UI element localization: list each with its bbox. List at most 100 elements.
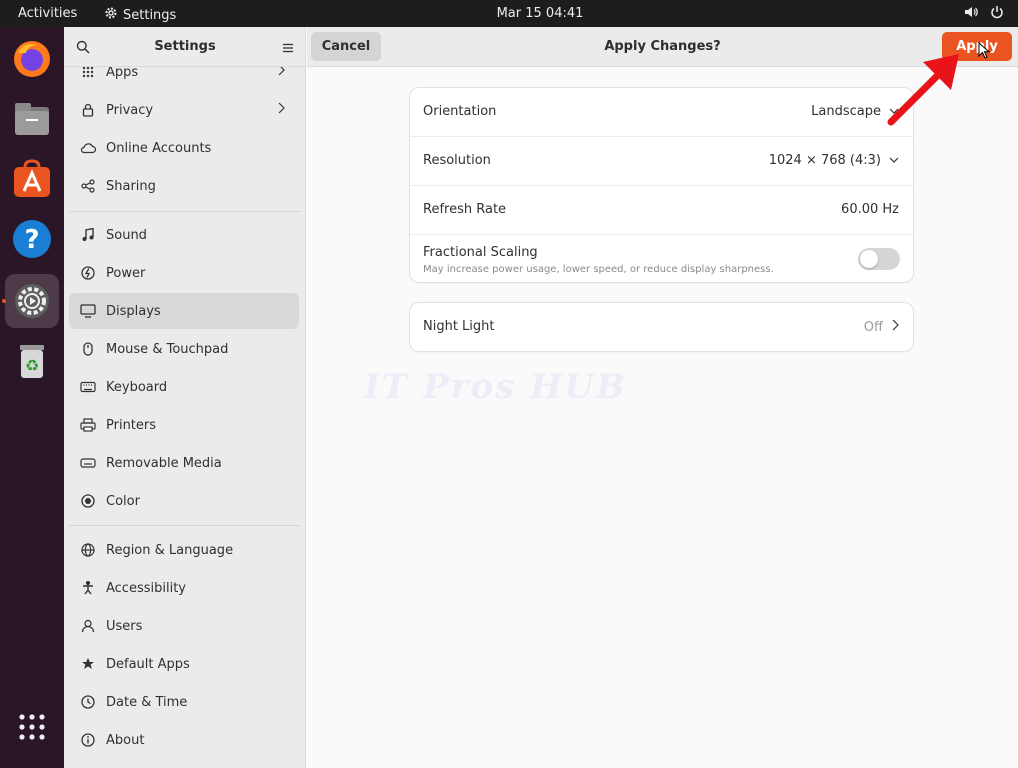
sidebar-item-label: Default Apps (106, 656, 190, 672)
mouse-cursor-icon (978, 42, 990, 59)
sidebar-item-sound[interactable]: Sound (69, 217, 299, 253)
sidebar-item-online-accounts[interactable]: Online Accounts (69, 130, 299, 166)
sidebar-item-label: Accessibility (106, 580, 186, 596)
sidebar-item-label: Online Accounts (106, 140, 212, 156)
sidebar-item-keyboard[interactable]: Keyboard (69, 369, 299, 405)
sidebar-item-displays[interactable]: Displays (69, 293, 299, 329)
svg-text:♻: ♻ (25, 356, 39, 375)
hamburger-menu-icon[interactable] (282, 39, 294, 58)
sidebar-header: Settings (64, 27, 305, 67)
sidebar-item-label: About (106, 732, 145, 748)
sidebar-item-label: Sound (106, 227, 147, 243)
orientation-value: Landscape (811, 104, 881, 119)
sidebar-item-label: Users (106, 618, 143, 634)
resolution-row[interactable]: Resolution 1024 × 768 (4:3) (410, 136, 913, 184)
refresh-rate-row[interactable]: Refresh Rate 60.00 Hz (410, 185, 913, 233)
fractional-scaling-label: Fractional Scaling (423, 245, 538, 260)
sidebar-item-label: Color (106, 493, 140, 509)
trash-icon[interactable]: ♻ (9, 338, 55, 384)
sidebar-item-label: Displays (106, 303, 161, 319)
sidebar-item-label: Privacy (106, 102, 154, 118)
sidebar-item-label: Sharing (106, 178, 156, 194)
monitor-icon (79, 302, 97, 320)
dock: ? ♻ (0, 27, 64, 768)
sidebar-item-users[interactable]: Users (69, 608, 299, 644)
settings-window: Settings Apps Privacy Online Accounts Sh… (64, 27, 1018, 768)
display-settings-card: Orientation Landscape Resolution 1024 × … (410, 88, 913, 282)
sidebar-item-printers[interactable]: Printers (69, 407, 299, 443)
sidebar-item-label: Printers (106, 417, 157, 433)
resolution-label: Resolution (423, 153, 491, 168)
watermark: IT Pros HUB (364, 367, 627, 407)
sidebar-item-privacy[interactable]: Privacy (69, 92, 299, 128)
firefox-icon[interactable] (9, 36, 55, 82)
sidebar-item-sharing[interactable]: Sharing (69, 168, 299, 204)
night-light-card[interactable]: Night Light Off (410, 303, 913, 351)
sidebar-item-date-time[interactable]: Date & Time (69, 684, 299, 720)
night-light-label: Night Light (423, 319, 495, 334)
night-light-status: Off (864, 319, 899, 335)
lock-icon (79, 101, 97, 119)
sidebar-separator (69, 211, 300, 212)
accessibility-icon (79, 579, 97, 597)
sidebar-item-region-language[interactable]: Region & Language (69, 532, 299, 568)
sidebar-item-accessibility[interactable]: Accessibility (69, 570, 299, 606)
fractional-scaling-row: Fractional Scaling May increase power us… (410, 234, 913, 282)
sidebar-item-label: Date & Time (106, 694, 188, 710)
night-light-value: Off (863, 319, 883, 335)
orientation-label: Orientation (423, 104, 497, 119)
files-icon[interactable] (9, 96, 55, 142)
music-note-icon (79, 226, 97, 244)
color-icon (79, 492, 97, 510)
clock[interactable]: Mar 15 04:41 (0, 6, 1018, 21)
sidebar-item-default-apps[interactable]: Default Apps (69, 646, 299, 682)
user-icon (79, 617, 97, 635)
fractional-scaling-toggle[interactable] (858, 248, 900, 270)
resolution-dropdown[interactable]: 1024 × 768 (4:3) (769, 153, 899, 168)
sidebar: Settings Apps Privacy Online Accounts Sh… (64, 27, 306, 768)
sidebar-item-color[interactable]: Color (69, 483, 299, 519)
chevron-down-icon (889, 153, 899, 168)
power-icon[interactable] (990, 5, 1004, 23)
sidebar-item-label: Power (106, 265, 146, 281)
info-icon (79, 731, 97, 749)
chevron-right-icon (277, 102, 285, 118)
sidebar-item-label: Region & Language (106, 542, 234, 558)
printer-icon (79, 416, 97, 434)
share-icon (79, 177, 97, 195)
usb-drive-icon (79, 454, 97, 472)
sidebar-item-label: Mouse & Touchpad (106, 341, 229, 357)
sidebar-item-mouse-touchpad[interactable]: Mouse & Touchpad (69, 331, 299, 367)
fractional-scaling-description: May increase power usage, lower speed, o… (423, 264, 774, 275)
power-icon (79, 264, 97, 282)
cloud-icon (79, 139, 97, 157)
help-icon[interactable]: ? (9, 216, 55, 262)
svg-text:?: ? (24, 225, 39, 255)
clock-icon (79, 693, 97, 711)
sidebar-item-removable-media[interactable]: Removable Media (69, 445, 299, 481)
running-indicator (2, 299, 6, 303)
sidebar-item-power[interactable]: Power (69, 255, 299, 291)
chevron-right-icon (891, 319, 899, 335)
volume-icon[interactable] (964, 5, 978, 23)
globe-icon (79, 541, 97, 559)
orientation-row[interactable]: Orientation Landscape (410, 88, 913, 136)
settings-icon[interactable] (5, 274, 59, 328)
sidebar-separator (69, 525, 300, 526)
night-light-row[interactable]: Night Light Off (410, 303, 913, 351)
sidebar-item-label: Removable Media (106, 455, 222, 471)
mouse-icon (79, 340, 97, 358)
red-arrow-annotation (887, 54, 959, 126)
refresh-rate-label: Refresh Rate (423, 202, 507, 217)
star-icon (79, 655, 97, 673)
resolution-value: 1024 × 768 (4:3) (768, 153, 881, 168)
keyboard-icon (79, 378, 97, 396)
top-bar: Activities Settings Mar 15 04:41 (0, 0, 1018, 27)
sidebar-item-about[interactable]: About (69, 722, 299, 758)
refresh-rate-value: 60.00 Hz (841, 202, 899, 217)
sidebar-item-label: Keyboard (106, 379, 168, 395)
system-tray[interactable] (964, 5, 1004, 23)
app-center-icon[interactable] (9, 156, 55, 202)
show-apps-grid-icon[interactable] (9, 704, 55, 750)
sidebar-title: Settings (154, 39, 216, 54)
